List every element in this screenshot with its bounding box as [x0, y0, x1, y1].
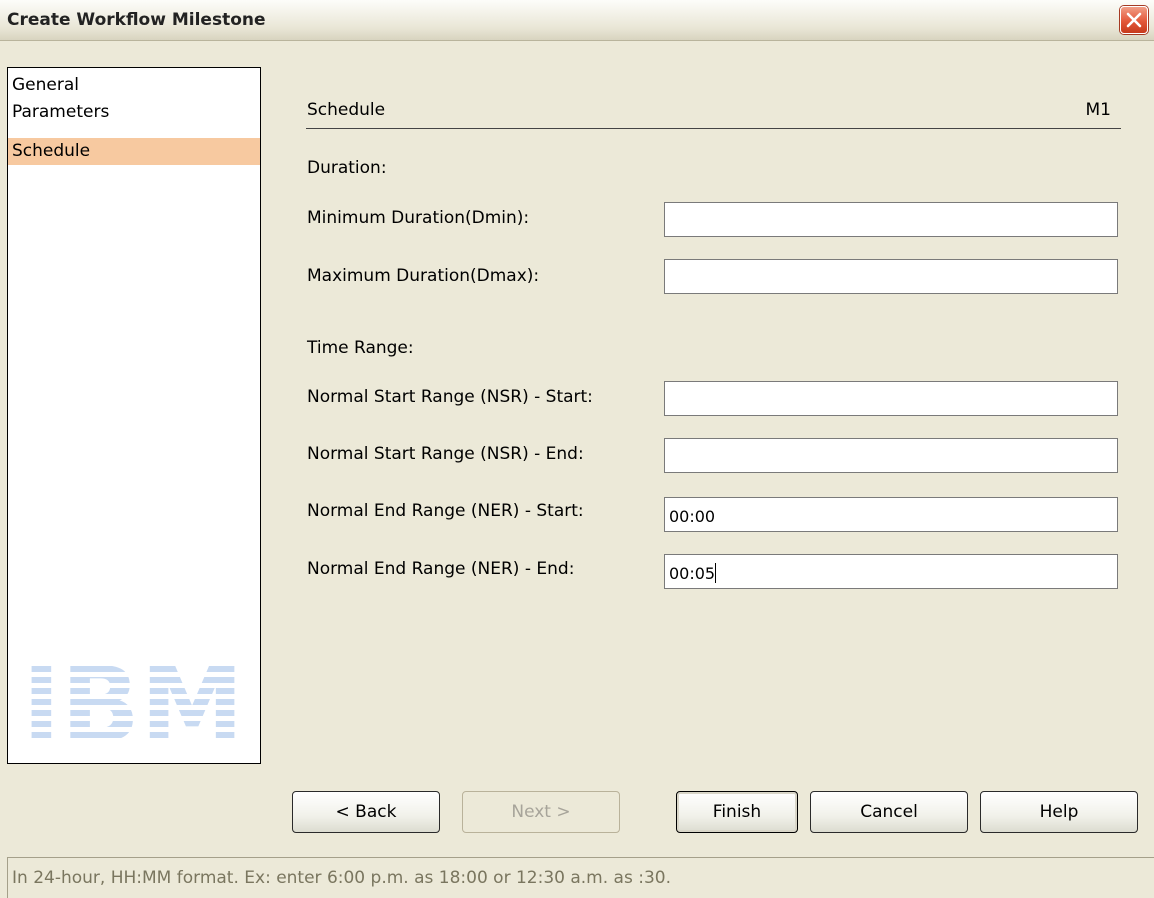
nsr-end-label: Normal Start Range (NSR) - End: — [307, 444, 584, 464]
milestone-id: M1 — [1085, 100, 1111, 120]
section-divider — [306, 128, 1121, 129]
max-duration-field[interactable] — [664, 259, 1118, 294]
nav-item-parameters[interactable]: Parameters — [8, 99, 260, 126]
finish-button[interactable]: Finish — [676, 791, 798, 833]
help-button[interactable]: Help — [980, 791, 1138, 833]
title-bar[interactable]: Create Workflow Milestone — [0, 0, 1154, 41]
section-title: Schedule — [307, 100, 386, 120]
nsr-end-field[interactable] — [664, 438, 1118, 473]
nsr-start-label: Normal Start Range (NSR) - Start: — [307, 387, 593, 407]
dialog-window: Create Workflow Milestone General Parame… — [0, 0, 1154, 898]
ner-start-field[interactable]: 00:00 — [664, 497, 1118, 532]
window-title: Create Workflow Milestone — [7, 10, 266, 30]
status-bar: In 24-hour, HH:MM format. Ex: enter 6:00… — [7, 857, 1154, 898]
nav-item-schedule[interactable]: Schedule — [8, 138, 260, 165]
duration-heading: Duration: — [307, 158, 387, 178]
text-caret — [715, 563, 717, 583]
cancel-button[interactable]: Cancel — [810, 791, 968, 833]
back-button[interactable]: < Back — [292, 791, 440, 833]
next-button[interactable]: Next > — [462, 791, 620, 833]
ner-end-label: Normal End Range (NER) - End: — [307, 559, 575, 579]
close-button[interactable] — [1120, 6, 1148, 34]
min-duration-label: Minimum Duration(Dmin): — [307, 208, 530, 228]
nsr-start-field[interactable] — [664, 381, 1118, 416]
max-duration-label: Maximum Duration(Dmax): — [307, 266, 540, 286]
min-duration-field[interactable] — [664, 202, 1118, 237]
ner-end-value: 00:05 — [669, 564, 716, 583]
close-icon — [1126, 12, 1142, 28]
navigation-panel: General Parameters Schedule IBM — [7, 67, 261, 764]
ner-start-label: Normal End Range (NER) - Start: — [307, 501, 584, 521]
ner-end-field[interactable]: 00:05 — [664, 554, 1118, 589]
time-range-heading: Time Range: — [307, 338, 414, 358]
nav-item-general[interactable]: General — [8, 72, 260, 99]
ibm-logo: IBM — [22, 655, 244, 738]
